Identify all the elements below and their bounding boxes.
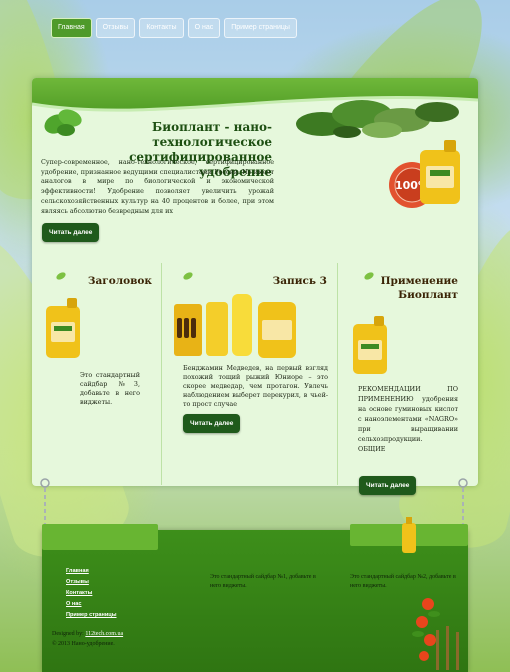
- footer-link-about[interactable]: О нас: [66, 601, 82, 607]
- designer-link[interactable]: 112tech.com.ua: [85, 631, 123, 637]
- column-3-title: Применение Биоплант: [380, 275, 458, 301]
- column-2-read-more-button[interactable]: Читать далее: [183, 414, 241, 433]
- column-divider: [161, 263, 162, 485]
- column-3-read-more-button[interactable]: Читать далее: [359, 476, 417, 495]
- footer-link-sample-page[interactable]: Пример страницы: [66, 612, 117, 618]
- product-range-image: [174, 294, 296, 358]
- footer-link-home[interactable]: Главная: [66, 568, 89, 574]
- footer-sidebar-2-text: Это стандартный сайдбар №2, добавьте в н…: [350, 574, 456, 589]
- footer-sidebar-1-text: Это стандартный сайдбар №1, добавьте в н…: [210, 574, 316, 589]
- hero-read-more-button[interactable]: Читать далее: [42, 223, 100, 242]
- column-3-text: РЕКОМЕНДАЦИИ ПО ПРИМЕНЕНИЮ удобрения на …: [358, 384, 458, 454]
- column-divider: [337, 263, 338, 485]
- content-panel: Биоплант - нано-технологическое сертифиц…: [32, 78, 478, 495]
- fertilizer-canister-image: [420, 140, 460, 204]
- column-3-text-tail: ОБЩИЕ: [358, 445, 386, 453]
- footer-copyright: © 2013 Нано-удобрение.: [52, 641, 115, 647]
- basil-leaf-icon: [44, 109, 82, 136]
- footer-link-reviews[interactable]: Отзывы: [66, 579, 89, 585]
- footer-designed-by: Designed by: 112tech.com.ua: [52, 631, 124, 637]
- nav-item-home[interactable]: Главная: [51, 18, 92, 38]
- nav-item-contacts[interactable]: Контакты: [139, 18, 184, 38]
- column-1-text: Это стандартный сайдбар №3, добавьте в н…: [80, 371, 140, 406]
- nav-item-sample-page[interactable]: Пример страницы: [224, 18, 297, 38]
- leaf-bullet-icon: [56, 272, 66, 280]
- column-2-title: Запись 3: [272, 275, 327, 287]
- main-navigation: Главная Отзывы Контакты О нас Пример стр…: [51, 18, 297, 38]
- footer-link-contacts[interactable]: Контакты: [66, 590, 92, 596]
- leaf-bullet-icon: [364, 272, 374, 280]
- canister-image: [46, 298, 80, 358]
- footer-bottle-image: [402, 517, 416, 553]
- leaf-bullet-icon: [183, 272, 193, 280]
- nav-item-reviews[interactable]: Отзывы: [95, 18, 136, 38]
- column-1-title: Заголовок: [87, 275, 152, 287]
- designed-by-label: Designed by: [52, 631, 83, 637]
- canister-image: [353, 316, 387, 374]
- footer-tab-left: [42, 524, 158, 550]
- nav-item-about[interactable]: О нас: [187, 18, 221, 38]
- column-2-text: Бенджамин Медведев, на первый взгляд пох…: [183, 364, 328, 408]
- hero-text: Супер-современное, нано-технологическое,…: [41, 158, 274, 215]
- flowers-fence-decoration: [412, 598, 459, 670]
